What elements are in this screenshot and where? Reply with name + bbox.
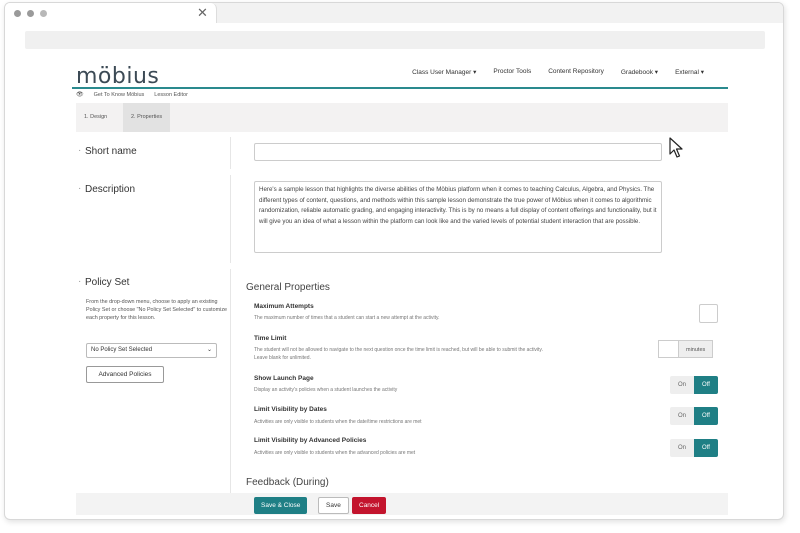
- limit-advanced-desc: Activities are only visible to students …: [254, 450, 416, 456]
- nav-gradebook[interactable]: Gradebook ▾: [621, 68, 658, 76]
- tab-close-icon[interactable]: ✕: [197, 5, 208, 21]
- editor-tabs: 1. Design 2. Properties: [76, 103, 728, 132]
- time-limit-title: Time Limit: [254, 335, 287, 342]
- toggle-off-option[interactable]: Off: [694, 407, 718, 425]
- toggle-off-option[interactable]: Off: [694, 439, 718, 457]
- max-attempts-title: Maximum Attempts: [254, 303, 314, 310]
- window-close-dot-icon[interactable]: [14, 10, 21, 17]
- window-maximize-dot-icon[interactable]: [40, 10, 47, 17]
- advanced-policies-button[interactable]: Advanced Policies: [86, 366, 164, 383]
- nav-external[interactable]: External ▾: [675, 68, 704, 76]
- breadcrumb: 👁 Get To Know Möbius Lesson Editor: [76, 91, 188, 99]
- policy-set-label: Policy Set: [78, 276, 130, 288]
- tab-properties[interactable]: 2. Properties: [123, 103, 171, 132]
- time-limit-group: minutes: [658, 340, 714, 358]
- toggle-off-option[interactable]: Off: [694, 376, 718, 394]
- short-name-label: Short name: [78, 145, 137, 157]
- description-textarea[interactable]: Here's a sample lesson that highlights t…: [254, 181, 662, 253]
- limit-advanced-toggle[interactable]: On Off: [670, 439, 718, 457]
- row-divider: [230, 175, 231, 263]
- eye-icon[interactable]: 👁: [76, 91, 84, 98]
- breadcrumb-item-lesson[interactable]: Get To Know Möbius: [94, 92, 145, 98]
- toggle-on-option[interactable]: On: [670, 439, 694, 457]
- row-divider: [230, 269, 231, 493]
- window-minimize-dot-icon[interactable]: [27, 10, 34, 17]
- cancel-button[interactable]: Cancel: [352, 497, 387, 514]
- mouse-pointer-icon: [669, 137, 683, 158]
- save-button[interactable]: Save: [318, 497, 349, 514]
- max-attempts-input[interactable]: [699, 304, 718, 323]
- policy-set-select[interactable]: No Policy Set Selected ⌄: [86, 343, 217, 358]
- limit-dates-desc: Activities are only visible to students …: [254, 419, 422, 425]
- toggle-on-option[interactable]: On: [670, 376, 694, 394]
- show-launch-page-title: Show Launch Page: [254, 375, 314, 382]
- browser-tab[interactable]: ✕: [5, 3, 217, 23]
- max-attempts-desc: The maximum number of times that a stude…: [254, 315, 440, 321]
- toggle-on-option[interactable]: On: [670, 407, 694, 425]
- action-bar: [76, 493, 728, 515]
- show-launch-page-desc: Display an activity's policies when a st…: [254, 387, 398, 393]
- breadcrumb-item-editor: Lesson Editor: [154, 91, 188, 98]
- lesson-editor-page: möbius Class User Manager ▾ Proctor Tool…: [72, 55, 728, 515]
- limit-dates-title: Limit Visibility by Dates: [254, 406, 327, 413]
- general-properties-heading: General Properties: [246, 282, 330, 293]
- top-navigation: Class User Manager ▾ Proctor Tools Conte…: [412, 68, 704, 76]
- policy-set-help-text: From the drop-down menu, choose to apply…: [86, 299, 228, 322]
- chevron-down-icon: ⌄: [206, 347, 212, 353]
- address-bar[interactable]: [25, 31, 765, 49]
- feedback-heading: Feedback (During): [246, 477, 329, 488]
- minutes-unit-label: minutes: [678, 340, 714, 358]
- browser-tab-bar: ✕: [5, 3, 783, 23]
- policy-set-select-value: No Policy Set Selected: [91, 347, 153, 353]
- mobius-logo[interactable]: möbius: [76, 64, 159, 89]
- time-limit-desc: The student will not be allowed to navig…: [254, 347, 543, 361]
- limit-dates-toggle[interactable]: On Off: [670, 407, 718, 425]
- nav-class-user-manager[interactable]: Class User Manager ▾: [412, 68, 476, 76]
- tab-design[interactable]: 1. Design: [76, 103, 115, 132]
- show-launch-page-toggle[interactable]: On Off: [670, 376, 718, 394]
- header-divider: [72, 87, 728, 89]
- limit-advanced-title: Limit Visibility by Advanced Policies: [254, 437, 367, 444]
- nav-content-repository[interactable]: Content Repository: [548, 68, 604, 76]
- time-limit-input[interactable]: [658, 340, 678, 358]
- save-and-close-button[interactable]: Save & Close: [254, 497, 308, 514]
- short-name-input[interactable]: [254, 143, 662, 161]
- nav-proctor-tools[interactable]: Proctor Tools: [493, 68, 531, 76]
- description-label: Description: [78, 183, 135, 195]
- row-divider: [230, 137, 231, 169]
